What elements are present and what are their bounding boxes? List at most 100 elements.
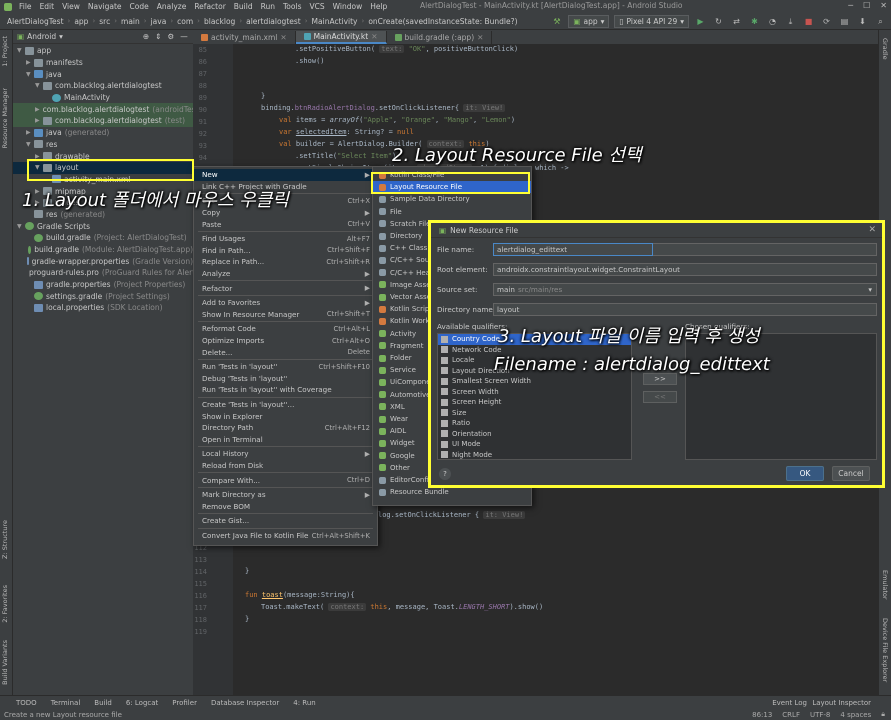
menu-window[interactable]: Window: [329, 2, 367, 11]
tree-item[interactable]: ▶ java (generated): [13, 127, 193, 139]
avd-manager-icon[interactable]: ▤: [838, 15, 851, 28]
chevron-icon[interactable]: ▶: [35, 117, 43, 124]
sync-icon[interactable]: ⟳: [820, 15, 833, 28]
hammer-icon[interactable]: ⚒: [550, 15, 563, 28]
cancel-button[interactable]: Cancel: [832, 466, 870, 481]
context-menu-item[interactable]: Run 'Tests in 'layout'' Ctrl+Shift+F10: [194, 361, 377, 373]
minimize-icon[interactable]: ─: [848, 1, 853, 10]
context-menu-item[interactable]: New ▶: [194, 169, 377, 181]
chevron-icon[interactable]: ▼: [35, 82, 43, 89]
qualifier-item[interactable]: Ratio: [438, 418, 631, 429]
context-menu-item[interactable]: Open in Terminal: [194, 434, 377, 446]
menu-view[interactable]: View: [58, 2, 84, 11]
apply-changes-icon[interactable]: ⇄: [730, 15, 743, 28]
context-menu-item[interactable]: Find in Path... Ctrl+Shift+F: [194, 245, 377, 257]
close-tab-icon[interactable]: ✕: [280, 33, 286, 42]
close-icon[interactable]: ✕: [868, 225, 876, 235]
submenu-item[interactable]: Resource Bundle: [373, 486, 531, 498]
rerun-icon[interactable]: ↻: [712, 15, 725, 28]
context-menu-item[interactable]: Optimize Imports Ctrl+Alt+O: [194, 335, 377, 347]
tab-emulator[interactable]: Emulator: [881, 570, 889, 600]
run-config-select[interactable]: ▣ app ▾: [568, 15, 610, 28]
indent-setting[interactable]: 4 spaces: [840, 711, 871, 719]
tab-layout-inspector[interactable]: Layout Inspector: [812, 699, 871, 707]
breadcrumb-item[interactable]: java: [149, 17, 169, 26]
context-menu-item[interactable]: Create Gist...: [194, 515, 377, 527]
tree-item[interactable]: gradle-wrapper.properties (Gradle Version…: [13, 255, 193, 267]
sdk-manager-icon[interactable]: ⬇: [856, 15, 869, 28]
tab-structure[interactable]: Z: Structure: [1, 520, 9, 559]
menu-edit[interactable]: Edit: [36, 2, 59, 11]
tab-todo[interactable]: TODO: [16, 699, 37, 707]
root-element-input[interactable]: androidx.constraintlayout.widget.Constra…: [493, 263, 877, 276]
context-menu-item[interactable]: Add to Favorites ▶: [194, 297, 377, 309]
tree-item[interactable]: build.gradle (Project: AlertDialogTest): [13, 232, 193, 244]
file-encoding[interactable]: UTF-8: [810, 711, 830, 719]
context-menu-item[interactable]: Show in Explorer: [194, 410, 377, 422]
lock-icon[interactable]: 🔒︎: [881, 710, 885, 719]
breadcrumb-item[interactable]: onCreate(savedInstanceState: Bundle?): [366, 17, 519, 26]
chevron-down-icon[interactable]: ▾: [59, 32, 63, 41]
ok-button[interactable]: OK: [786, 466, 824, 481]
tree-item[interactable]: settings.gradle (Project Settings): [13, 290, 193, 302]
tab-gradle[interactable]: Gradle: [881, 38, 889, 60]
menu-help[interactable]: Help: [366, 2, 391, 11]
project-view-mode[interactable]: Android: [27, 32, 56, 41]
context-menu-item[interactable]: Compare With... Ctrl+D: [194, 474, 377, 486]
chevron-icon[interactable]: ▶: [35, 106, 40, 113]
tab-device-file-explorer[interactable]: Device File Explorer: [881, 618, 889, 682]
help-button[interactable]: ?: [439, 468, 451, 480]
line-separator[interactable]: CRLF: [782, 711, 800, 719]
breadcrumb-item[interactable]: src: [97, 17, 112, 26]
breadcrumb-item[interactable]: alertdialogtest: [244, 17, 303, 26]
available-qualifiers-list[interactable]: Country Code Network Code Locale Layout Dir…: [437, 333, 632, 460]
tree-item[interactable]: ▼ res: [13, 139, 193, 151]
context-menu-item[interactable]: Local History ▶: [194, 448, 377, 460]
context-menu-item[interactable]: Find Usages Alt+F7: [194, 233, 377, 245]
file-name-input[interactable]: alertdialog_edittext: [493, 243, 653, 256]
breadcrumb-item[interactable]: AlertDialogTest: [5, 17, 66, 26]
chevron-icon[interactable]: ▼: [17, 223, 25, 230]
tab-resource-manager[interactable]: Resource Manager: [1, 88, 9, 148]
chosen-qualifiers-list[interactable]: [685, 333, 877, 460]
menu-tools[interactable]: Tools: [279, 2, 305, 11]
tree-item[interactable]: ▼ Gradle Scripts: [13, 220, 193, 232]
editor-tab[interactable]: MainActivity.kt ✕: [295, 31, 387, 44]
menu-vcs[interactable]: VCS: [305, 2, 328, 11]
qualifier-item[interactable]: Size: [438, 408, 631, 419]
editor-tab[interactable]: build.gradle (:app) ✕: [387, 31, 493, 44]
qualifier-item[interactable]: Night Mode: [438, 450, 631, 461]
context-menu-item[interactable]: Convert Java File to Kotlin File Ctrl+Alt…: [194, 530, 377, 542]
tree-item[interactable]: build.gradle (Module: AlertDialogTest.app…: [13, 244, 193, 256]
tree-item[interactable]: ▶com.blacklog.alertdialogtest(androidTes…: [13, 103, 193, 116]
context-menu-item[interactable]: Delete... Delete: [194, 346, 377, 358]
breadcrumb-item[interactable]: MainActivity: [310, 17, 360, 26]
device-select[interactable]: ▯ Pixel 4 API 29 ▾: [614, 15, 689, 28]
directory-name-input[interactable]: layout: [493, 303, 877, 316]
tab-terminal[interactable]: Terminal: [51, 699, 81, 707]
chevron-icon[interactable]: ▼: [26, 71, 34, 78]
submenu-item[interactable]: File: [373, 206, 531, 218]
debug-icon[interactable]: ✱: [748, 15, 761, 28]
tree-item[interactable]: ▶ com.blacklog.alertdialogtest (test): [13, 115, 193, 127]
qualifier-item[interactable]: Orientation: [438, 429, 631, 440]
tab-database-inspector[interactable]: Database Inspector: [211, 699, 279, 707]
submenu-item[interactable]: Sample Data Directory: [373, 193, 531, 205]
menu-refactor[interactable]: Refactor: [190, 2, 229, 11]
caret-position[interactable]: 86:13: [752, 711, 772, 719]
context-menu-item[interactable]: Paste Ctrl+V: [194, 218, 377, 230]
target-icon[interactable]: ⊕: [143, 32, 149, 41]
tree-item[interactable]: MainActivity: [13, 92, 193, 104]
menu-code[interactable]: Code: [126, 2, 153, 11]
chevron-icon[interactable]: ▶: [26, 129, 34, 136]
context-menu-item[interactable]: Run 'Tests in 'layout'' with Coverage: [194, 384, 377, 396]
tree-item[interactable]: ▼ java: [13, 68, 193, 80]
tree-item[interactable]: gradle.properties (Project Properties): [13, 279, 193, 291]
close-tab-icon[interactable]: ✕: [477, 33, 483, 42]
tree-item[interactable]: local.properties (SDK Location): [13, 302, 193, 314]
qualifier-item[interactable]: Screen Width: [438, 387, 631, 398]
tree-item[interactable]: ▼ com.blacklog.alertdialogtest: [13, 80, 193, 92]
context-menu-item[interactable]: Debug 'Tests in 'layout'': [194, 373, 377, 385]
stop-icon[interactable]: ■: [802, 15, 815, 28]
close-icon[interactable]: ✕: [880, 1, 887, 10]
